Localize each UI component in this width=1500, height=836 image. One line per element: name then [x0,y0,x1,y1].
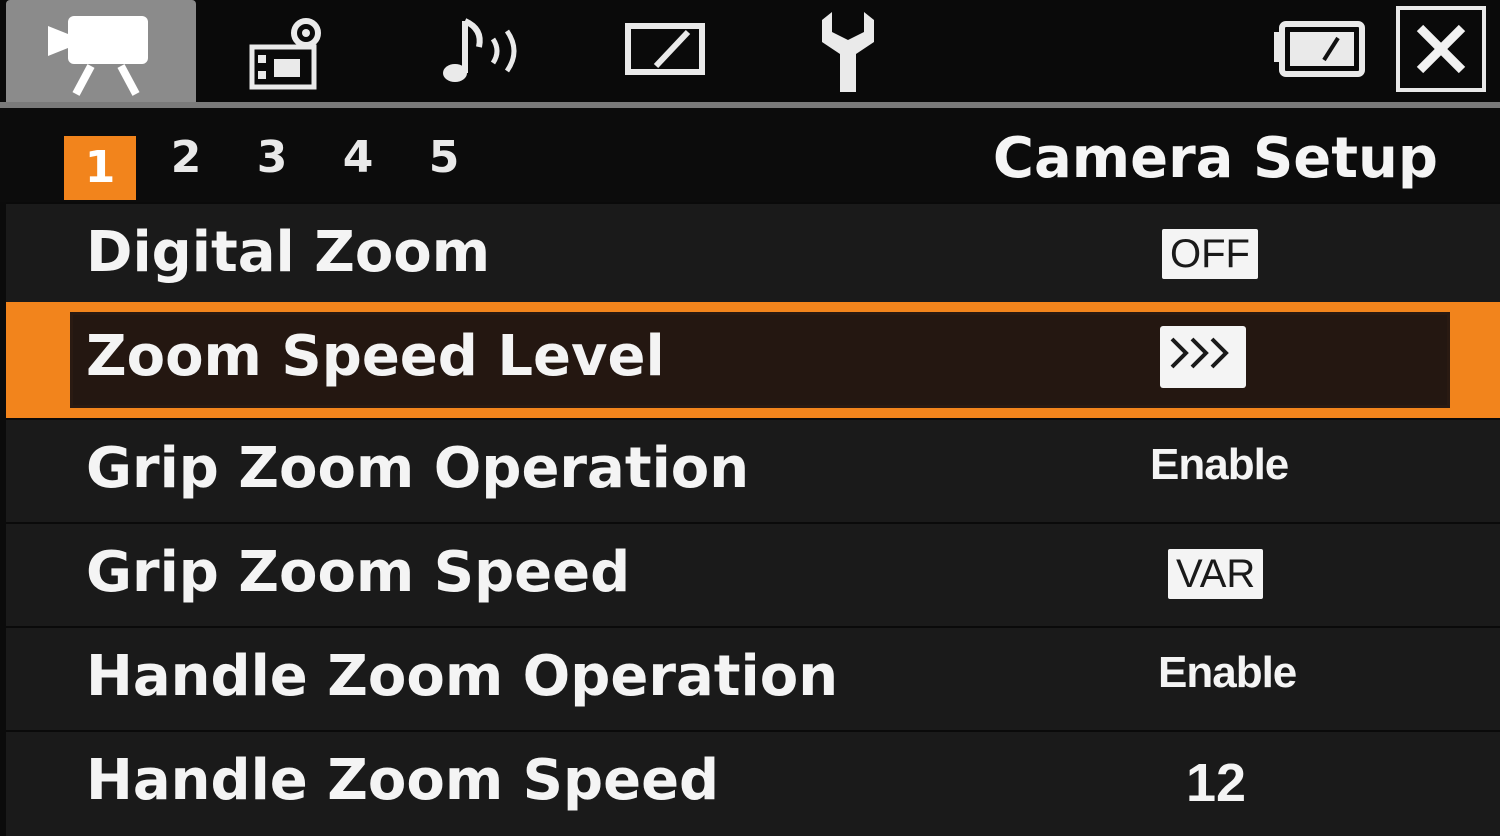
menu-item-handle-zoom-speed[interactable]: Handle Zoom Speed 12 [6,730,1500,836]
menu-item-grip-zoom-speed[interactable]: Grip Zoom Speed VAR [6,522,1500,626]
tab-camera[interactable] [6,0,196,102]
tab-display[interactable] [602,0,732,102]
menu-item-label: Handle Zoom Speed [86,748,720,813]
menu-item-value: VAR [1168,544,1264,599]
value-badge: OFF [1162,229,1258,279]
tab-camera-settings[interactable] [222,0,352,102]
menu-item-handle-zoom-operation[interactable]: Handle Zoom Operation Enable [6,626,1500,730]
page-2[interactable]: 2 [156,128,216,188]
audio-icon [443,18,517,82]
menu-item-label: Zoom Speed Level [86,324,665,389]
video-camera-icon [48,16,148,96]
menu-item-value [1160,326,1246,388]
close-icon [1416,24,1466,74]
display-icon [625,23,705,75]
camera-settings-icon [249,18,321,90]
value-badge: VAR [1168,549,1264,599]
battery-indicator [1272,20,1366,82]
page-3[interactable]: 3 [242,128,302,188]
page-selector: 1 2 3 4 5 Camera Setup [0,108,1500,202]
close-button[interactable] [1396,6,1486,92]
speed-chevrons-icon [1160,326,1246,388]
menu-item-value: Enable [1150,440,1289,489]
tab-audio[interactable] [418,0,548,102]
wrench-icon [822,12,874,92]
page-5[interactable]: 5 [414,128,474,188]
menu-tab-bar [0,0,1500,108]
menu-item-value: Enable [1158,648,1297,697]
page-1[interactable]: 1 [64,136,136,200]
menu-item-grip-zoom-operation[interactable]: Grip Zoom Operation Enable [6,418,1500,522]
menu-item-label: Digital Zoom [86,220,491,285]
menu-item-value: 12 [1186,753,1247,813]
battery-icon [1274,21,1365,77]
menu-item-label: Grip Zoom Operation [86,436,750,501]
menu-item-label: Handle Zoom Operation [86,644,839,709]
page-title: Camera Setup [992,126,1438,191]
tab-setup[interactable] [784,0,914,102]
menu-item-label: Grip Zoom Speed [86,540,631,605]
menu-item-value: OFF [1162,224,1258,279]
menu-item-digital-zoom[interactable]: Digital Zoom OFF [6,202,1500,306]
page-4[interactable]: 4 [328,128,388,188]
menu-item-zoom-speed-level[interactable]: Zoom Speed Level [6,302,1500,418]
